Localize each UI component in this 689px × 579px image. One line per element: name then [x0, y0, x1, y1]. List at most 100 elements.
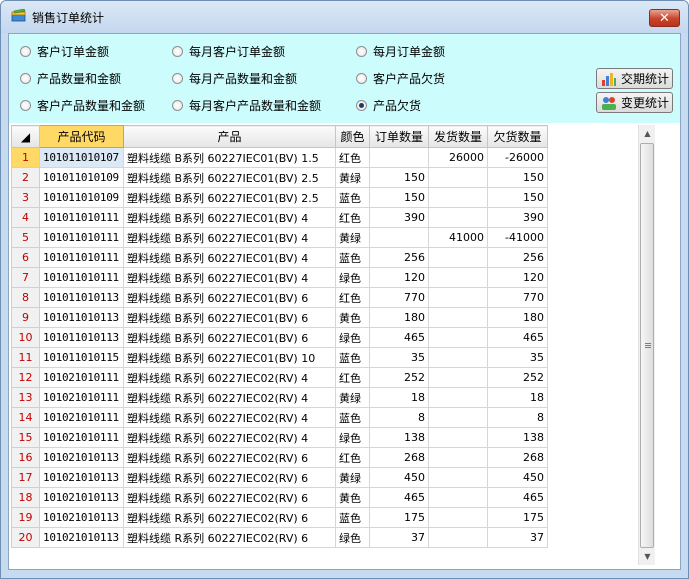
cell-ship-qty[interactable]: 26000	[428, 147, 488, 168]
cell-ship-qty[interactable]	[428, 467, 488, 488]
cell-product-code[interactable]: 101021010113	[39, 467, 124, 488]
cell-product[interactable]: 塑料线缆 B系列 60227IEC01(BV) 4	[123, 227, 336, 248]
cell-product[interactable]: 塑料线缆 B系列 60227IEC01(BV) 1.5	[123, 147, 336, 168]
cell-product-code[interactable]: 101011010107	[39, 147, 124, 168]
cell-color[interactable]: 蓝色	[335, 187, 370, 208]
cell-order-qty[interactable]: 37	[369, 527, 429, 548]
table-row[interactable]: 18 101021010113 塑料线缆 R系列 60227IEC02(RV) 6黄…	[11, 487, 548, 508]
row-number[interactable]: 1	[11, 147, 40, 168]
cell-color[interactable]: 蓝色	[335, 507, 370, 528]
row-number[interactable]: 13	[11, 387, 40, 408]
cell-product-code[interactable]: 101021010111	[39, 407, 124, 428]
cell-order-qty[interactable]: 268	[369, 447, 429, 468]
cell-product[interactable]: 塑料线缆 R系列 60227IEC02(RV) 4	[123, 407, 336, 428]
cell-ship-qty[interactable]	[428, 287, 488, 308]
row-number[interactable]: 8	[11, 287, 40, 308]
cell-owe-qty[interactable]: 465	[487, 327, 548, 348]
cell-ship-qty[interactable]	[428, 527, 488, 548]
cell-order-qty[interactable]	[369, 227, 429, 248]
radio-dot[interactable]	[356, 45, 367, 57]
table-row[interactable]: 12 101021010111 塑料线缆 R系列 60227IEC02(RV) 4红…	[11, 367, 548, 388]
cell-product-code[interactable]: 101011010109	[39, 167, 124, 188]
table-row[interactable]: 20 101021010113 塑料线缆 R系列 60227IEC02(RV) 6绿…	[11, 527, 548, 548]
cell-product[interactable]: 塑料线缆 B系列 60227IEC01(BV) 4	[123, 267, 336, 288]
column-header-ship-qty[interactable]: 发货数量	[428, 125, 488, 148]
cell-product-code[interactable]: 101021010111	[39, 387, 124, 408]
cell-owe-qty[interactable]: 256	[487, 247, 548, 268]
cell-order-qty[interactable]: 35	[369, 347, 429, 368]
cell-product-code[interactable]: 101011010113	[39, 287, 124, 308]
radio-dot[interactable]	[172, 72, 183, 84]
radio-customer-product-backorder[interactable]: 客户产品欠货	[356, 70, 445, 86]
cell-ship-qty[interactable]	[428, 207, 488, 228]
cell-order-qty[interactable]: 770	[369, 287, 429, 308]
cell-ship-qty[interactable]	[428, 187, 488, 208]
cell-color[interactable]: 蓝色	[335, 247, 370, 268]
cell-order-qty[interactable]: 175	[369, 507, 429, 528]
cell-color[interactable]: 黄绿	[335, 387, 370, 408]
cell-owe-qty[interactable]: 37	[487, 527, 548, 548]
cell-owe-qty[interactable]: 770	[487, 287, 548, 308]
column-header-order-qty[interactable]: 订单数量	[369, 125, 429, 148]
radio-product-quantity-amount[interactable]: 产品数量和金额	[20, 70, 121, 86]
cell-order-qty[interactable]: 138	[369, 427, 429, 448]
cell-order-qty[interactable]: 8	[369, 407, 429, 428]
table-row[interactable]: 17 101021010113 塑料线缆 R系列 60227IEC02(RV) 6黄…	[11, 467, 548, 488]
cell-color[interactable]: 绿色	[335, 267, 370, 288]
radio-dot[interactable]	[20, 72, 31, 84]
cell-product[interactable]: 塑料线缆 B系列 60227IEC01(BV) 2.5	[123, 187, 336, 208]
cell-color[interactable]: 蓝色	[335, 407, 370, 428]
cell-product[interactable]: 塑料线缆 R系列 60227IEC02(RV) 6	[123, 467, 336, 488]
cell-order-qty[interactable]: 150	[369, 167, 429, 188]
cell-product[interactable]: 塑料线缆 R系列 60227IEC02(RV) 4	[123, 427, 336, 448]
scroll-up-arrow-icon[interactable]: ▲	[639, 125, 656, 142]
radio-dot[interactable]	[20, 45, 31, 57]
radio-dot[interactable]	[356, 72, 367, 84]
cell-order-qty[interactable]: 252	[369, 367, 429, 388]
cell-ship-qty[interactable]	[428, 327, 488, 348]
cell-ship-qty[interactable]	[428, 367, 488, 388]
radio-product-backorder[interactable]: 产品欠货	[356, 97, 421, 113]
radio-customer-order-amount[interactable]: 客户订单金额	[20, 43, 109, 59]
cell-product-code[interactable]: 101021010113	[39, 507, 124, 528]
cell-product[interactable]: 塑料线缆 B系列 60227IEC01(BV) 4	[123, 247, 336, 268]
row-number[interactable]: 16	[11, 447, 40, 468]
cell-owe-qty[interactable]: 465	[487, 487, 548, 508]
cell-owe-qty[interactable]: 450	[487, 467, 548, 488]
row-number[interactable]: 4	[11, 207, 40, 228]
cell-order-qty[interactable]: 465	[369, 327, 429, 348]
row-number[interactable]: 19	[11, 507, 40, 528]
cell-order-qty[interactable]: 256	[369, 247, 429, 268]
row-number[interactable]: 10	[11, 327, 40, 348]
cell-color[interactable]: 绿色	[335, 427, 370, 448]
cell-product-code[interactable]: 101021010113	[39, 447, 124, 468]
cell-owe-qty[interactable]: 18	[487, 387, 548, 408]
table-row[interactable]: 4 101011010111 塑料线缆 B系列 60227IEC01(BV) 4 红色…	[11, 207, 548, 228]
cell-order-qty[interactable]: 465	[369, 487, 429, 508]
row-number[interactable]: 2	[11, 167, 40, 188]
cell-product[interactable]: 塑料线缆 B系列 60227IEC01(BV) 10	[123, 347, 336, 368]
row-number[interactable]: 7	[11, 267, 40, 288]
cell-color[interactable]: 黄色	[335, 307, 370, 328]
cell-color[interactable]: 红色	[335, 207, 370, 228]
table-row[interactable]: 16 101021010113 塑料线缆 R系列 60227IEC02(RV) 6红…	[11, 447, 548, 468]
change-stats-button[interactable]: 变更统计	[596, 92, 673, 113]
cell-ship-qty[interactable]	[428, 507, 488, 528]
table-row[interactable]: 3 101011010109 塑料线缆 B系列 60227IEC01(BV) 2.5…	[11, 187, 548, 208]
cell-product[interactable]: 塑料线缆 R系列 60227IEC02(RV) 6	[123, 447, 336, 468]
table-row[interactable]: 11 101011010115 塑料线缆 B系列 60227IEC01(BV) 10…	[11, 347, 548, 368]
cell-owe-qty[interactable]: 150	[487, 187, 548, 208]
cell-product[interactable]: 塑料线缆 R系列 60227IEC02(RV) 4	[123, 367, 336, 388]
row-number[interactable]: 12	[11, 367, 40, 388]
cell-order-qty[interactable]: 390	[369, 207, 429, 228]
cell-color[interactable]: 红色	[335, 447, 370, 468]
cell-order-qty[interactable]: 18	[369, 387, 429, 408]
select-all-corner[interactable]: ◢	[11, 125, 40, 148]
cell-owe-qty[interactable]: 35	[487, 347, 548, 368]
column-header-color[interactable]: 颜色	[335, 125, 370, 148]
cell-product-code[interactable]: 101021010111	[39, 427, 124, 448]
cell-color[interactable]: 黄绿	[335, 167, 370, 188]
scroll-down-arrow-icon[interactable]: ▼	[639, 548, 656, 565]
column-header-product[interactable]: 产品	[123, 125, 336, 148]
row-number[interactable]: 14	[11, 407, 40, 428]
